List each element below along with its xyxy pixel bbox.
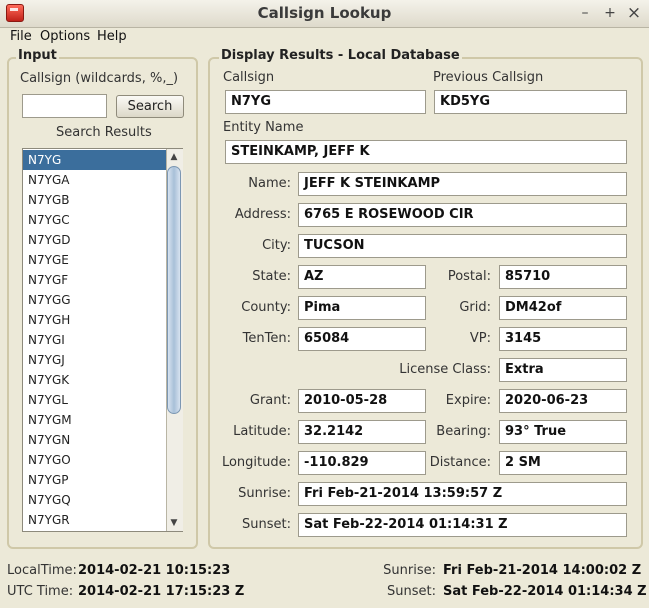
list-item[interactable]: N7YGK: [23, 370, 167, 390]
menu-options[interactable]: Options: [40, 29, 90, 44]
list-item[interactable]: N7YGF: [23, 270, 167, 290]
display-legend: Display Results - Local Database: [219, 48, 462, 63]
callsign-field[interactable]: N7YG: [225, 90, 426, 114]
city-field[interactable]: TUCSON: [298, 234, 627, 258]
grant-field[interactable]: 2010-05-28: [298, 389, 426, 413]
list-item[interactable]: N7YGQ: [23, 490, 167, 510]
list-item[interactable]: N7YGI: [23, 330, 167, 350]
list-item[interactable]: N7YGC: [23, 210, 167, 230]
grid-field[interactable]: DM42of: [499, 296, 627, 320]
latitude-label: Latitude:: [233, 424, 291, 439]
name-label: Name:: [248, 176, 291, 191]
callsign-search-label: Callsign (wildcards, %,_): [20, 71, 179, 86]
status-sunrise-value: Fri Feb-21-2014 14:00:02 Z: [443, 563, 642, 578]
license-class-label: License Class:: [399, 362, 491, 377]
tenten-field[interactable]: 65084: [298, 327, 426, 351]
postal-field[interactable]: 85710: [499, 265, 627, 289]
distance-field[interactable]: 2 SM: [499, 451, 627, 475]
tenten-label: TenTen:: [242, 331, 291, 346]
bearing-label: Bearing:: [436, 424, 491, 439]
search-results-list[interactable]: N7YG N7YGA N7YGB N7YGC N7YGD N7YGE N7YGF…: [22, 148, 183, 532]
list-item[interactable]: N7YGG: [23, 290, 167, 310]
list-item[interactable]: N7YG: [23, 150, 167, 170]
sunrise-label: Sunrise:: [238, 486, 291, 501]
scroll-up-arrow-icon[interactable]: ▲: [166, 149, 182, 165]
menu-help[interactable]: Help: [97, 29, 127, 44]
input-legend: Input: [16, 48, 59, 63]
local-time-value: 2014-02-21 10:15:23: [78, 563, 231, 578]
city-label: City:: [262, 238, 291, 253]
list-item[interactable]: N7YGA: [23, 170, 167, 190]
list-item[interactable]: N7YGJ: [23, 350, 167, 370]
vp-label: VP:: [469, 331, 491, 346]
list-item[interactable]: N7YGM: [23, 410, 167, 430]
minimize-button[interactable]: –: [576, 4, 594, 22]
state-label: State:: [252, 269, 291, 284]
list-item[interactable]: N7YGP: [23, 470, 167, 490]
grant-label: Grant:: [249, 393, 291, 408]
scroll-down-arrow-icon[interactable]: ▼: [166, 515, 182, 531]
list-item[interactable]: N7YGE: [23, 250, 167, 270]
status-sunset-value: Sat Feb-22-2014 01:14:34 Z: [443, 584, 647, 599]
list-item[interactable]: N7YGD: [23, 230, 167, 250]
sunrise-field[interactable]: Fri Feb-21-2014 13:59:57 Z: [298, 482, 627, 506]
county-field[interactable]: Pima: [298, 296, 426, 320]
callsign-search-input[interactable]: [22, 94, 107, 118]
window-title: Callsign Lookup: [257, 4, 392, 22]
address-label: Address:: [234, 207, 291, 222]
vp-field[interactable]: 3145: [499, 327, 627, 351]
grid-label: Grid:: [459, 300, 491, 315]
list-item[interactable]: N7YGB: [23, 190, 167, 210]
license-class-field[interactable]: Extra: [499, 358, 627, 382]
sunset-label: Sunset:: [242, 517, 291, 532]
close-button[interactable]: ×: [625, 4, 643, 22]
bearing-field[interactable]: 93° True: [499, 420, 627, 444]
search-results-label: Search Results: [56, 125, 152, 140]
list-item[interactable]: N7YGL: [23, 390, 167, 410]
longitude-field[interactable]: -110.829: [298, 451, 426, 475]
expire-label: Expire:: [445, 393, 491, 408]
state-field[interactable]: AZ: [298, 265, 426, 289]
county-label: County:: [241, 300, 291, 315]
maximize-button[interactable]: +: [601, 4, 619, 22]
previous-callsign-field[interactable]: KD5YG: [434, 90, 627, 114]
entity-name-label: Entity Name: [223, 120, 304, 135]
utc-time-value: 2014-02-21 17:15:23 Z: [78, 584, 245, 599]
status-sunrise-label: Sunrise:: [383, 563, 436, 578]
postal-label: Postal:: [447, 269, 491, 284]
previous-callsign-label: Previous Callsign: [433, 70, 544, 85]
list-item[interactable]: N7YGR: [23, 510, 167, 530]
list-item[interactable]: N7YGN: [23, 430, 167, 450]
utc-time-label: UTC Time:: [7, 584, 74, 599]
callsign-label: Callsign: [223, 70, 275, 85]
latitude-field[interactable]: 32.2142: [298, 420, 426, 444]
status-sunset-label: Sunset:: [387, 584, 436, 599]
distance-label: Distance:: [429, 455, 491, 470]
address-field[interactable]: 6765 E ROSEWOOD CIR: [298, 203, 627, 227]
list-item[interactable]: N7YGH: [23, 310, 167, 330]
local-time-label: LocalTime:: [7, 563, 77, 578]
sunset-field[interactable]: Sat Feb-22-2014 01:14:31 Z: [298, 513, 627, 537]
list-item[interactable]: N7YGO: [23, 450, 167, 470]
name-field[interactable]: JEFF K STEINKAMP: [298, 172, 627, 196]
scrollbar-thumb[interactable]: [167, 166, 181, 414]
expire-field[interactable]: 2020-06-23: [499, 389, 627, 413]
longitude-label: Longitude:: [221, 455, 291, 470]
search-button[interactable]: Search: [116, 95, 184, 118]
menu-file[interactable]: File: [10, 29, 32, 44]
entity-name-field[interactable]: STEINKAMP, JEFF K: [225, 140, 627, 164]
